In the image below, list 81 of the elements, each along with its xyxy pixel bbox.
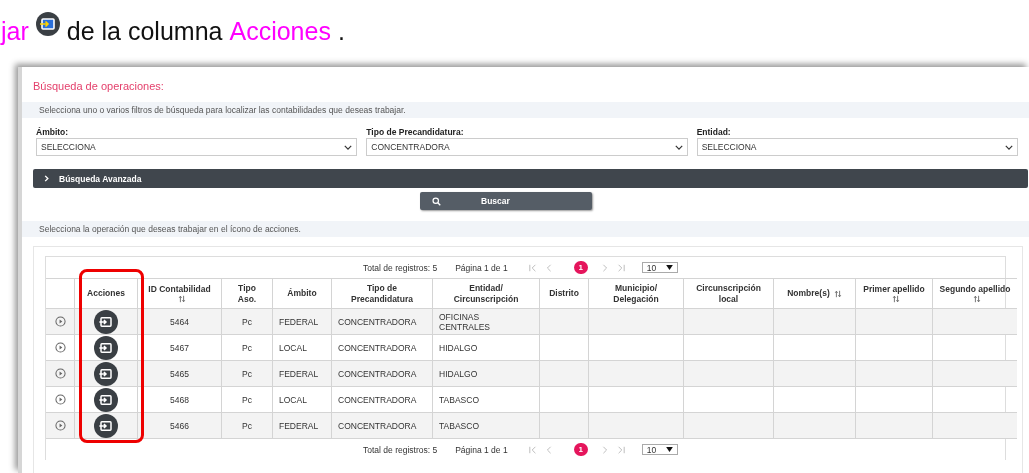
column-header: Distrito <box>539 278 589 309</box>
page-number[interactable]: 1 <box>573 261 588 274</box>
chevron-down-icon <box>344 144 353 150</box>
table-cell: 5468 <box>137 386 222 413</box>
table-cell: 5466 <box>137 412 222 439</box>
column-header: Tipo Aso. <box>221 278 273 309</box>
table-cell: TABASCO <box>432 386 540 413</box>
table-cell: 5465 <box>137 360 222 387</box>
table-cell: FEDERAL <box>272 308 332 335</box>
action-button[interactable] <box>94 387 118 412</box>
dropdown-field[interactable]: CONCENTRADORA <box>366 138 688 156</box>
sort-icon <box>892 294 900 303</box>
play-circle-icon[interactable] <box>54 420 66 431</box>
dropdown-arrow-icon <box>666 447 674 452</box>
column-header: Municipio/ Delegación <box>588 278 684 309</box>
caption-text: de la columna <box>66 16 223 46</box>
caption-text: . <box>337 16 345 46</box>
dropdown-field[interactable]: SELECCIONA <box>36 138 358 156</box>
column-header: Ámbito <box>272 278 332 309</box>
table-cell: LOCAL <box>272 334 332 361</box>
action-button[interactable] <box>94 361 118 386</box>
play-circle-icon[interactable] <box>54 342 66 353</box>
field-label: Ámbito: <box>36 127 70 137</box>
table-cell: CONCENTRADORA <box>331 360 433 387</box>
chevron-down-icon <box>674 144 683 150</box>
table-cell: CONCENTRADORA <box>331 412 433 439</box>
column-header[interactable]: Segundo apellido <box>932 278 1017 309</box>
chevron-down-icon <box>1005 144 1013 150</box>
column-header: Tipo de Precandidatura <box>331 278 433 309</box>
page-indicator: Página 1 de 1 <box>455 444 508 455</box>
table-cell: Pc <box>221 334 273 361</box>
table-cell: LOCAL <box>272 386 332 413</box>
column-header: Acciones <box>74 278 138 309</box>
table-cell: Pc <box>221 360 273 387</box>
action-button[interactable] <box>94 413 118 438</box>
search-button[interactable]: Buscar <box>420 192 592 210</box>
search-icon <box>432 196 441 206</box>
column-header: Entidad/ Circunscripción <box>432 278 540 309</box>
table-cell: 5464 <box>137 308 222 335</box>
table-cell: Pc <box>221 308 273 335</box>
column-header[interactable]: Nombre(s) <box>773 278 856 309</box>
table-cell: CONCENTRADORA <box>331 334 433 361</box>
table-cell: CONCENTRADORA <box>331 386 433 413</box>
table-cell: FEDERAL <box>272 412 332 439</box>
sort-icon <box>177 294 186 303</box>
play-circle-icon[interactable] <box>54 316 66 327</box>
play-circle-icon[interactable] <box>54 368 66 379</box>
dropdown-field[interactable]: SELECCIONA <box>696 138 1018 156</box>
field-label: Entidad: <box>696 127 732 137</box>
page-number[interactable]: 1 <box>573 443 588 456</box>
page-size-select[interactable]: 10 <box>641 262 679 273</box>
caption-text: Acciones <box>229 16 331 46</box>
play-circle-icon[interactable] <box>54 394 66 405</box>
table-cell: Pc <box>221 386 273 413</box>
table-cell: FEDERAL <box>272 360 332 387</box>
sort-icon <box>973 294 981 303</box>
column-header: Circunscripción local <box>683 278 774 309</box>
field-label: Tipo de Precandidatura: <box>366 127 465 137</box>
table-cell: OFICINAS CENTRALES <box>432 308 540 335</box>
record-count: Total de registros: 5 <box>363 262 438 273</box>
column-header[interactable]: Primer apellido <box>855 278 933 309</box>
table-cell: Pc <box>221 412 273 439</box>
table-cell: HIDALGO <box>432 334 540 361</box>
table-cell: HIDALGO <box>432 360 540 387</box>
instructions-text: Selecciona la operación que deseas trabajar en el ícono de acciones. <box>39 224 301 234</box>
table-cell: 5467 <box>137 334 222 361</box>
instructions-text: Selecciona uno o varios filtros de búsqueda para localizar las contabilidades que deseas trabajar. <box>39 105 406 115</box>
column-header[interactable]: ID Contabilidad <box>137 278 222 309</box>
record-count: Total de registros: 5 <box>363 444 438 455</box>
advanced-search-bar[interactable]: Búsqueda Avanzada <box>33 169 1028 188</box>
page-title: Búsqueda de operaciones: <box>33 79 165 94</box>
page-size-select[interactable]: 10 <box>641 444 679 455</box>
action-button[interactable] <box>94 335 118 360</box>
table-cell: CONCENTRADORA <box>331 308 433 335</box>
action-button[interactable] <box>94 309 118 334</box>
caption-text: jar <box>1 16 29 46</box>
enter-icon <box>35 12 60 36</box>
table-cell: TABASCO <box>432 412 540 439</box>
dropdown-arrow-icon <box>666 265 674 270</box>
page-indicator: Página 1 de 1 <box>455 262 508 273</box>
sort-icon <box>833 289 842 298</box>
